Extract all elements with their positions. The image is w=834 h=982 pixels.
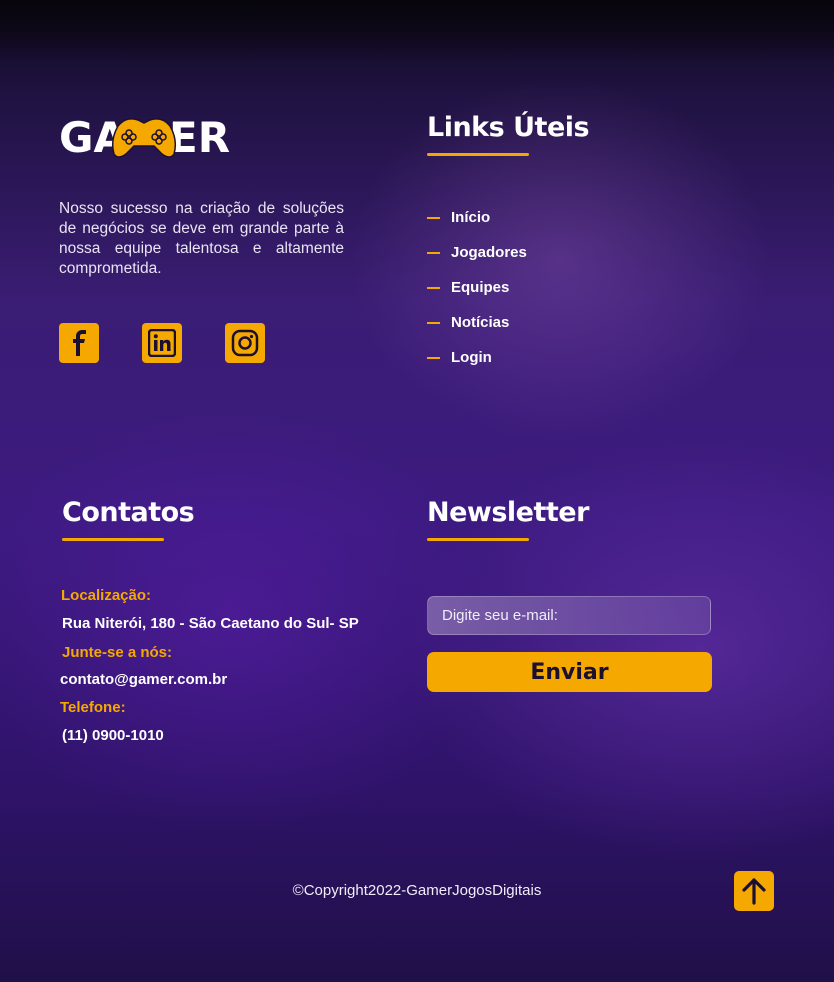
arrow-up-icon (742, 878, 766, 905)
phone-label: Telefone: (60, 699, 126, 716)
dash-icon (427, 286, 440, 289)
linkedin-button[interactable] (142, 323, 182, 363)
link-label: Notícias (451, 314, 510, 331)
link-label: Início (451, 209, 491, 226)
location-value: Rua Niterói, 180 - São Caetano do Sul- S… (62, 615, 359, 632)
facebook-button[interactable] (59, 323, 99, 363)
location-label: Localização: (61, 587, 152, 604)
link-inicio[interactable]: Início (427, 200, 527, 235)
contacts-underline (62, 538, 164, 541)
back-to-top-button[interactable] (734, 871, 774, 911)
linkedin-icon (148, 329, 176, 357)
link-noticias[interactable]: Notícias (427, 305, 527, 340)
link-jogadores[interactable]: Jogadores (427, 235, 527, 270)
copyright-text: ©Copyright2022-GamerJogosDigitais (292, 882, 542, 899)
instagram-icon (231, 329, 259, 357)
join-label: Junte-se a nós: (62, 644, 173, 661)
link-label: Equipes (451, 279, 510, 296)
svg-text:ER: ER (169, 113, 230, 160)
instagram-button[interactable] (225, 323, 265, 363)
useful-links-list: Início Jogadores Equipes Notícias Login (427, 200, 527, 375)
dash-icon (427, 356, 440, 359)
gamer-logo-graphic: GA ER (59, 113, 230, 162)
dash-icon (427, 251, 440, 254)
newsletter-underline (427, 538, 529, 541)
newsletter-heading: Newsletter (427, 497, 589, 528)
top-band (0, 0, 834, 60)
controller-icon (111, 118, 177, 158)
dash-icon (427, 216, 440, 219)
link-label: Jogadores (451, 244, 527, 261)
link-label: Login (451, 349, 492, 366)
newsletter-email-input[interactable] (427, 596, 711, 635)
about-text: Nosso sucesso na criação de soluções de … (59, 200, 344, 277)
link-login[interactable]: Login (427, 340, 527, 375)
phone-value: (11) 0900-1010 (62, 727, 164, 744)
send-button[interactable]: Enviar (427, 652, 712, 692)
contacts-heading: Contatos (62, 497, 195, 528)
links-heading: Links Úteis (427, 112, 590, 143)
dash-icon (427, 321, 440, 324)
link-equipes[interactable]: Equipes (427, 270, 527, 305)
facebook-icon (73, 330, 86, 356)
gamer-logo[interactable]: GA ER (58, 110, 238, 162)
email-link[interactable]: contato@gamer.com.br (60, 671, 227, 688)
links-underline (427, 153, 529, 156)
